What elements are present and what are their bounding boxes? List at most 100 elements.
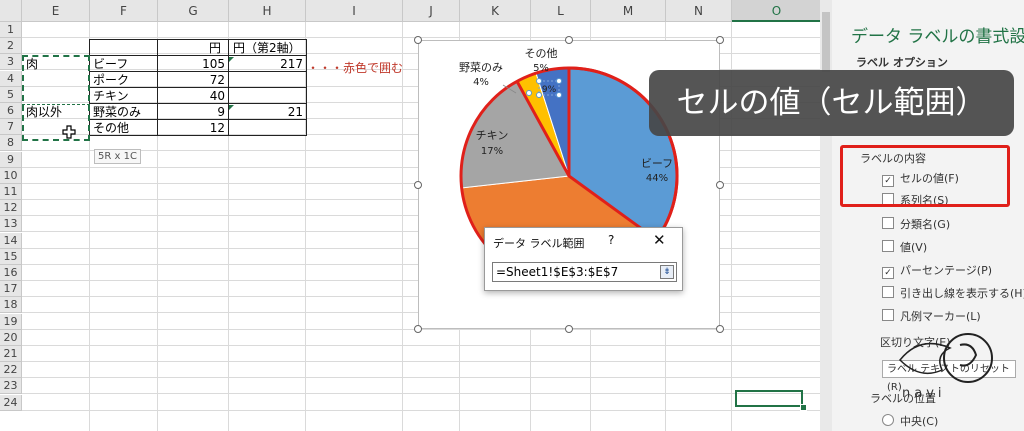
- worksheet[interactable]: EFGHIJKLMNO 1 2 3 4 5 6 7 8 9 10 11 12 13 14 15 16 17 18 1…: [0, 0, 820, 431]
- row-header-16[interactable]: 16: [0, 265, 22, 281]
- row-header-6[interactable]: 6: [0, 103, 22, 119]
- row-header-12[interactable]: 12: [0, 200, 22, 217]
- row-header-2[interactable]: 2: [0, 38, 22, 55]
- column-header-m[interactable]: M: [591, 0, 666, 22]
- checkbox-checked-icon[interactable]: ✓: [882, 267, 894, 279]
- row-header-11[interactable]: 11: [0, 184, 22, 200]
- label-handle[interactable]: [536, 92, 542, 98]
- label-beef-percent[interactable]: 44%: [646, 173, 668, 184]
- option-value[interactable]: 値(V): [882, 239, 927, 255]
- row-header-17[interactable]: 17: [0, 281, 22, 298]
- cell-h5[interactable]: [229, 88, 306, 104]
- chart-resize-handle[interactable]: [565, 325, 573, 333]
- cell-h7[interactable]: [229, 120, 306, 136]
- row-header-19[interactable]: 19: [0, 313, 22, 330]
- row-header-1[interactable]: 1: [0, 22, 22, 38]
- range-input[interactable]: =Sheet1!$E$3:$E$7 ⇟: [492, 262, 677, 282]
- data-label-range-dialog[interactable]: データ ラベル範囲 ? ✕ =Sheet1!$E$3:$E$7 ⇟: [484, 227, 683, 291]
- column-header-k[interactable]: K: [460, 0, 531, 22]
- chart-resize-handle[interactable]: [716, 36, 724, 44]
- option-label: 引き出し線を表示する(H): [900, 287, 1024, 300]
- row-header-23[interactable]: 23: [0, 378, 22, 395]
- row-header-24[interactable]: 24: [0, 394, 22, 411]
- chart-resize-handle[interactable]: [716, 181, 724, 189]
- chart-resize-handle[interactable]: [414, 181, 422, 189]
- option-percentage[interactable]: ✓ パーセンテージ(P): [882, 262, 992, 279]
- caption-overlay: セルの値（セル範囲）: [649, 70, 1014, 136]
- select-all-corner[interactable]: [0, 0, 22, 22]
- label-vegetable-percent[interactable]: 4%: [473, 77, 489, 88]
- cell-h3[interactable]: 217: [229, 56, 306, 72]
- column-header-n[interactable]: N: [666, 0, 732, 22]
- label-chicken-percent[interactable]: 17%: [481, 146, 503, 157]
- label-handle[interactable]: [556, 92, 562, 98]
- row-header-10[interactable]: 10: [0, 167, 22, 184]
- column-header-l[interactable]: L: [531, 0, 591, 22]
- row-header-3[interactable]: 3: [0, 54, 22, 71]
- cell-g3[interactable]: 105: [158, 56, 228, 72]
- tab-label-options[interactable]: ラベル オプション: [856, 54, 948, 70]
- column-header-j[interactable]: J: [403, 0, 460, 22]
- row-header-8[interactable]: 8: [0, 135, 22, 152]
- help-icon[interactable]: ?: [608, 233, 614, 247]
- row-header-9[interactable]: 9: [0, 151, 22, 168]
- cell-g4[interactable]: 72: [158, 72, 228, 88]
- option-center[interactable]: 中央(C): [882, 413, 938, 429]
- checkbox-icon[interactable]: [882, 286, 894, 298]
- column-header-i[interactable]: I: [306, 0, 403, 22]
- label-handle[interactable]: [556, 78, 562, 84]
- cell-g7[interactable]: 12: [158, 120, 228, 136]
- column-header-f[interactable]: F: [90, 0, 158, 22]
- label-handle[interactable]: [536, 78, 542, 84]
- label-beef-name[interactable]: ビーフ: [641, 157, 673, 170]
- option-leader-lines[interactable]: 引き出し線を表示する(H): [882, 285, 1024, 301]
- cell-h4[interactable]: [229, 72, 306, 88]
- radio-icon[interactable]: [882, 414, 894, 426]
- cell-f3[interactable]: ビーフ: [90, 56, 158, 72]
- row-header-18[interactable]: 18: [0, 297, 22, 314]
- collapse-dialog-icon[interactable]: ⇟: [660, 265, 674, 279]
- cell-h6[interactable]: 21: [229, 104, 306, 120]
- label-other-percent[interactable]: 5%: [533, 63, 549, 74]
- option-label: 中央(C): [900, 415, 939, 428]
- close-icon[interactable]: ✕: [653, 231, 666, 249]
- row-header-14[interactable]: 14: [0, 232, 22, 249]
- checkbox-icon[interactable]: [882, 217, 894, 229]
- row-header-5[interactable]: 5: [0, 86, 22, 103]
- chart-resize-handle[interactable]: [414, 325, 422, 333]
- column-header-e[interactable]: E: [22, 0, 90, 22]
- checkbox-icon[interactable]: [882, 240, 894, 252]
- cell-f4[interactable]: ポーク: [90, 72, 158, 88]
- cell-g6[interactable]: 9: [158, 104, 228, 120]
- cell-f7[interactable]: その他: [90, 120, 158, 136]
- row-header-20[interactable]: 20: [0, 329, 22, 346]
- selected-label-value[interactable]: 9%: [542, 85, 557, 95]
- fill-handle[interactable]: [800, 404, 807, 411]
- label-chicken-name[interactable]: チキン: [476, 129, 509, 142]
- label-handle[interactable]: [526, 90, 532, 96]
- row-header-13[interactable]: 13: [0, 216, 22, 233]
- row-header-7[interactable]: 7: [0, 119, 22, 136]
- chart-resize-handle[interactable]: [716, 325, 724, 333]
- column-header-g[interactable]: G: [158, 0, 229, 22]
- label-vegetable-name[interactable]: 野菜のみ: [459, 61, 503, 74]
- label-other-name[interactable]: その他: [525, 47, 558, 60]
- row-header-15[interactable]: 15: [0, 248, 22, 265]
- grid-line: [22, 409, 820, 411]
- cell-f6[interactable]: 野菜のみ: [90, 104, 158, 120]
- row-header-21[interactable]: 21: [0, 346, 22, 362]
- column-header-h[interactable]: H: [229, 0, 306, 22]
- row-header-22[interactable]: 22: [0, 362, 22, 379]
- chart-resize-handle[interactable]: [414, 36, 422, 44]
- row-header-4[interactable]: 4: [0, 70, 22, 87]
- cell-h2[interactable]: 円（第2軸）: [230, 40, 306, 56]
- column-header-o[interactable]: O: [732, 0, 820, 22]
- option-category-name[interactable]: 分類名(G): [882, 216, 950, 232]
- scrollbar-thumb[interactable]: [822, 12, 830, 72]
- cell-f5[interactable]: チキン: [90, 88, 158, 104]
- cell-g2[interactable]: 円: [158, 40, 224, 56]
- cell-g5[interactable]: 40: [158, 88, 228, 104]
- active-cell[interactable]: [735, 390, 803, 407]
- table-border: [306, 39, 307, 136]
- chart-resize-handle[interactable]: [565, 36, 573, 44]
